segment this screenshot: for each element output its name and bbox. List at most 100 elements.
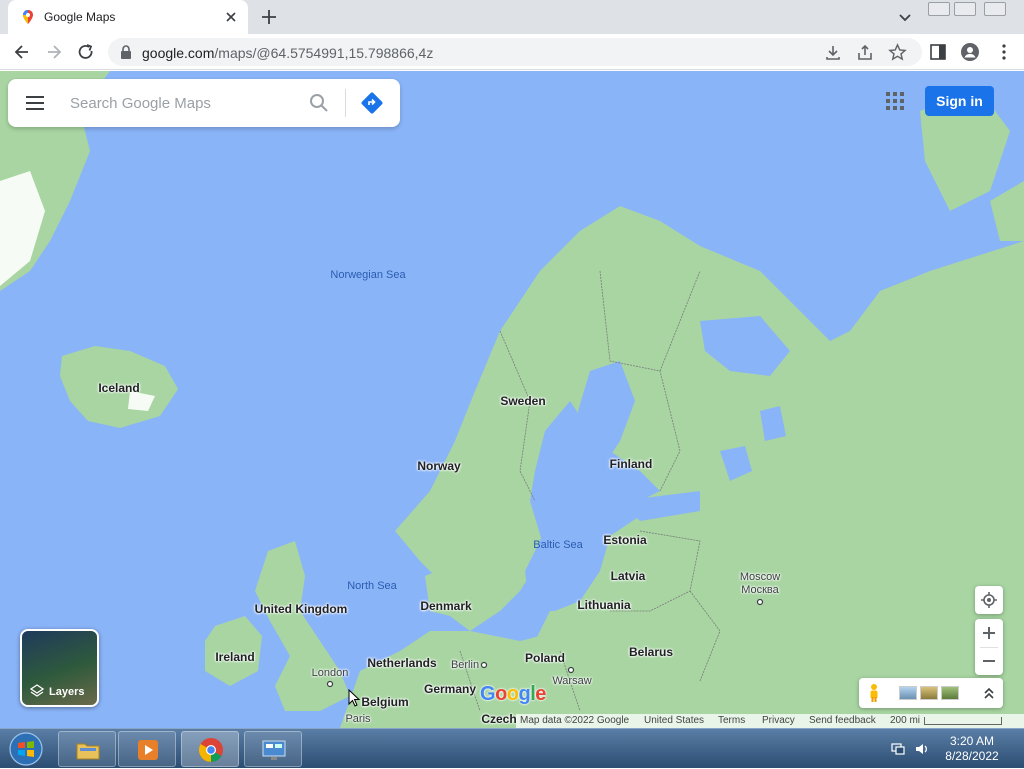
clock-date: 8/28/2022 — [945, 749, 999, 763]
install-icon[interactable] — [824, 44, 842, 62]
map-label-city[interactable]: Moscow — [740, 571, 780, 583]
browser-toolbar: google.com/maps/@64.5754991,15.798866,4z — [0, 34, 1024, 70]
taskbar-control-panel[interactable] — [244, 731, 302, 767]
map-label-country[interactable]: Denmark — [420, 599, 471, 613]
map-label-city[interactable]: Paris — [345, 713, 370, 725]
map-canvas[interactable]: Norwegian Sea Iceland Sweden Norway Finl… — [0, 71, 1024, 728]
google-logo: Google — [480, 683, 546, 706]
map-label-country[interactable]: Netherlands — [367, 656, 436, 670]
windows-taskbar: 3:20 AM 8/28/2022 — [0, 728, 1024, 768]
privacy-link[interactable]: Privacy — [762, 715, 795, 726]
forward-arrow-icon[interactable] — [44, 42, 64, 62]
imagery-thumbnail-1[interactable] — [899, 686, 917, 700]
taskbar-file-explorer[interactable] — [58, 731, 116, 767]
url-text: google.com/maps/@64.5754991,15.798866,4z — [142, 45, 433, 61]
imagery-thumbnail-3[interactable] — [941, 686, 959, 700]
scale-label[interactable]: 200 mi — [890, 715, 920, 726]
windows-start-orb-icon[interactable] — [6, 731, 46, 767]
map-label-country[interactable]: Germany — [424, 682, 476, 696]
layers-icon — [30, 684, 44, 697]
zoom-divider — [980, 647, 998, 648]
chrome-icon — [198, 738, 223, 763]
folder-icon — [76, 743, 100, 760]
sign-in-button[interactable]: Sign in — [925, 86, 994, 116]
taskbar-media-player[interactable] — [118, 731, 176, 767]
city-dot-icon — [480, 661, 488, 669]
logo-letter: o — [495, 683, 507, 705]
city-dot-icon — [326, 680, 334, 688]
map-label-country[interactable]: Latvia — [611, 569, 646, 583]
tab-strip: Google Maps — [0, 0, 1024, 34]
reload-icon[interactable] — [76, 42, 96, 62]
map-label-country[interactable]: Ireland — [215, 650, 254, 664]
browser-tab[interactable]: Google Maps — [8, 0, 248, 34]
url-host: google.com — [142, 45, 215, 61]
map-label-country[interactable]: Poland — [525, 651, 565, 665]
search-icon[interactable] — [308, 92, 330, 114]
google-apps-grid-icon[interactable] — [885, 91, 905, 111]
tab-title: Google Maps — [44, 10, 116, 24]
map-label-country[interactable]: Norway — [417, 459, 460, 473]
send-feedback-link[interactable]: Send feedback — [809, 715, 876, 726]
close-window-button[interactable] — [984, 2, 1006, 16]
tab-search-chevron-icon[interactable] — [896, 8, 914, 26]
map-footer: Map data ©2022 Google United States Term… — [516, 714, 1024, 728]
clock-time: 3:20 AM — [949, 734, 995, 748]
volume-icon[interactable] — [914, 741, 930, 757]
taskbar-clock[interactable]: 3:20 AM 8/28/2022 — [940, 734, 1004, 764]
imagery-strip — [859, 678, 1003, 708]
media-player-icon — [138, 740, 158, 760]
map-label-country[interactable]: Iceland — [98, 381, 139, 395]
map-label-sea: Baltic Sea — [533, 539, 583, 551]
bookmark-star-icon[interactable] — [888, 43, 907, 62]
map-label-country[interactable]: Finland — [610, 457, 653, 471]
map-label-city[interactable]: Москва — [741, 584, 779, 596]
search-input[interactable] — [70, 91, 300, 115]
zoom-controls — [975, 619, 1003, 675]
map-label-sea: Norwegian Sea — [330, 269, 406, 281]
region-link[interactable]: United States — [644, 715, 704, 726]
my-location-button[interactable] — [975, 586, 1003, 614]
close-tab-icon[interactable] — [222, 8, 240, 26]
side-panel-icon[interactable] — [928, 42, 948, 62]
restore-window-button[interactable] — [954, 2, 976, 16]
maps-pin-icon — [23, 10, 33, 24]
back-arrow-icon[interactable] — [12, 42, 32, 62]
network-icon[interactable] — [890, 741, 906, 757]
map-label-country[interactable]: Belarus — [629, 645, 673, 659]
map-label-country[interactable]: Sweden — [500, 394, 545, 408]
zoom-in-icon[interactable] — [981, 624, 997, 642]
logo-letter: o — [506, 683, 519, 705]
crosshair-location-icon — [981, 592, 997, 608]
expand-chevron-icon[interactable] — [982, 686, 996, 700]
city-dot-icon — [756, 598, 764, 606]
imagery-thumbnail-2[interactable] — [920, 686, 938, 700]
terms-link[interactable]: Terms — [718, 715, 745, 726]
layers-button[interactable]: Layers — [20, 629, 99, 707]
control-panel-icon — [262, 740, 286, 760]
search-box — [8, 79, 400, 127]
map-label-sea: North Sea — [347, 580, 397, 592]
new-tab-icon[interactable] — [258, 6, 280, 28]
address-bar[interactable]: google.com/maps/@64.5754991,15.798866,4z — [108, 38, 922, 66]
pegman-icon[interactable] — [867, 683, 881, 703]
chrome-menu-icon[interactable] — [994, 42, 1014, 62]
minimize-window-button[interactable] — [928, 2, 950, 16]
map-label-country[interactable]: Czech — [481, 712, 516, 726]
directions-icon[interactable] — [360, 91, 384, 115]
profile-avatar-icon[interactable] — [960, 42, 980, 62]
map-data-attribution: Map data ©2022 Google — [520, 715, 630, 726]
map-label-country[interactable]: Lithuania — [577, 598, 630, 612]
search-divider — [345, 89, 346, 117]
map-label-city[interactable]: Warsaw — [552, 675, 591, 687]
share-icon[interactable] — [856, 44, 874, 62]
map-label-city[interactable]: Berlin — [451, 659, 479, 671]
logo-letter: e — [535, 683, 546, 705]
hamburger-menu-icon[interactable] — [24, 93, 46, 113]
map-label-country[interactable]: Estonia — [603, 533, 646, 547]
map-label-city[interactable]: London — [312, 667, 349, 679]
taskbar-chrome[interactable] — [181, 731, 239, 767]
map-label-country[interactable]: United Kingdom — [255, 602, 348, 616]
map-label-country[interactable]: Belgium — [361, 695, 408, 709]
zoom-out-icon[interactable] — [981, 652, 997, 670]
